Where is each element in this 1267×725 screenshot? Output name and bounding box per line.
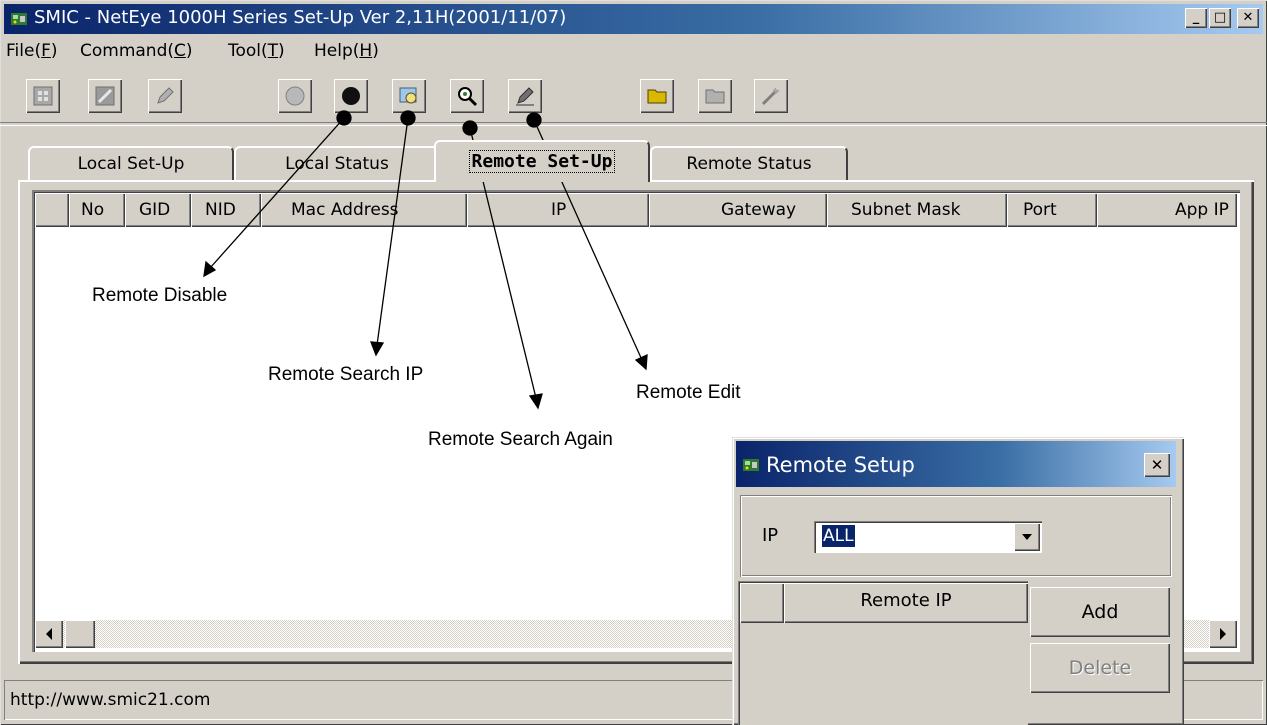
menu-help-text-end: ) bbox=[372, 41, 379, 61]
remote-ip-select-header[interactable] bbox=[740, 583, 784, 623]
column-header-gateway[interactable]: Gateway bbox=[649, 193, 827, 227]
column-header-app-ip[interactable]: App IP bbox=[1097, 193, 1237, 227]
remote-edit-icon bbox=[516, 87, 534, 106]
menu-tool[interactable]: Tool(T) bbox=[228, 41, 285, 61]
annotation-remote-disable: Remote Disable bbox=[92, 285, 228, 306]
remote-ip-column-header[interactable]: Remote IP bbox=[784, 583, 1028, 623]
maximize-button[interactable]: □ bbox=[1209, 8, 1231, 28]
remote-search-again-icon bbox=[458, 87, 478, 107]
menu-file-text-end: ) bbox=[50, 41, 58, 61]
local-pencil-button[interactable] bbox=[148, 79, 182, 113]
folder-button[interactable] bbox=[698, 79, 732, 113]
column-header-mac-address[interactable]: Mac Address bbox=[261, 193, 467, 227]
local-grid-icon bbox=[33, 86, 53, 106]
scroll-right-button[interactable] bbox=[1209, 620, 1237, 648]
menu-command-text: Command( bbox=[80, 41, 175, 61]
minimize-button[interactable]: _ bbox=[1185, 8, 1207, 28]
local-grid-button[interactable] bbox=[26, 79, 60, 113]
column-header-no[interactable]: No bbox=[69, 193, 125, 227]
close-button[interactable]: ✕ bbox=[1237, 8, 1259, 28]
chevron-down-icon bbox=[1022, 534, 1032, 540]
annotation-remote-search-ip: Remote Search IP bbox=[268, 364, 424, 385]
ip-combo-dropdown-button[interactable] bbox=[1014, 523, 1040, 551]
tab-remote-setup-label: Remote Set-Up bbox=[468, 150, 616, 173]
menu-help-accel: H bbox=[359, 41, 373, 61]
toolbar bbox=[0, 72, 1267, 126]
dialog-title-bar: Remote Setup ✕ bbox=[736, 441, 1176, 487]
wand-button[interactable] bbox=[754, 79, 788, 113]
scroll-left-button[interactable] bbox=[35, 620, 63, 648]
remote-disable-icon bbox=[342, 87, 360, 105]
tab-remote-status[interactable]: Remote Status bbox=[650, 146, 848, 180]
add-button[interactable]: Add bbox=[1030, 587, 1170, 637]
tab-local-setup[interactable]: Local Set-Up bbox=[28, 146, 234, 180]
dialog-app-icon bbox=[743, 459, 759, 471]
menu-command[interactable]: Command(C) bbox=[80, 41, 193, 61]
menu-file[interactable]: File(F) bbox=[6, 41, 58, 61]
remote-ip-list[interactable]: Remote IP bbox=[738, 581, 1028, 725]
remote-enable-icon bbox=[285, 86, 305, 106]
annotation-remote-search-again: Remote Search Again bbox=[428, 429, 613, 450]
remote-search-ip-icon bbox=[399, 87, 417, 104]
menu-file-accel: F bbox=[41, 41, 51, 61]
arrow-left-icon bbox=[46, 628, 52, 640]
column-header-gid[interactable]: GID bbox=[125, 193, 191, 227]
app-icon bbox=[11, 13, 27, 25]
local-pencil-icon bbox=[157, 87, 174, 104]
ip-group: IP ALL bbox=[740, 495, 1172, 577]
menu-help[interactable]: Help(H) bbox=[314, 41, 379, 61]
local-panel-button[interactable] bbox=[88, 79, 122, 113]
remote-enable-button[interactable] bbox=[278, 79, 312, 113]
folder-open-button[interactable] bbox=[640, 79, 674, 113]
wand-icon bbox=[761, 87, 780, 106]
menu-tool-text: Tool( bbox=[228, 41, 268, 61]
column-header-subnet-mask[interactable]: Subnet Mask bbox=[827, 193, 1007, 227]
menu-tool-accel: T bbox=[267, 41, 279, 61]
status-url: http://www.smic21.com bbox=[10, 690, 211, 710]
tab-remote-setup[interactable]: Remote Set-Up bbox=[434, 140, 650, 182]
ip-combo[interactable]: ALL bbox=[814, 521, 1042, 553]
folder-open-icon bbox=[647, 89, 667, 104]
menu-help-text: Help( bbox=[314, 41, 360, 61]
menu-command-text-end: ) bbox=[185, 41, 193, 61]
delete-button[interactable]: Delete bbox=[1030, 643, 1170, 693]
column-header-select[interactable] bbox=[35, 193, 69, 227]
window-title: SMIC - NetEye 1000H Series Set-Up Ver 2,… bbox=[34, 7, 567, 28]
local-panel-icon bbox=[95, 86, 115, 106]
remote-search-again-button[interactable] bbox=[450, 79, 484, 113]
remote-disable-button[interactable] bbox=[334, 79, 368, 113]
scroll-thumb[interactable] bbox=[65, 620, 95, 648]
dialog-title: Remote Setup bbox=[766, 453, 915, 477]
ip-label: IP bbox=[762, 525, 779, 546]
annotation-remote-edit: Remote Edit bbox=[636, 382, 741, 403]
menu-file-text: File( bbox=[6, 41, 42, 61]
title-bar: SMIC - NetEye 1000H Series Set-Up Ver 2,… bbox=[4, 4, 1263, 34]
remote-setup-dialog: Remote Setup ✕ IP ALL Remote IP Add Dele… bbox=[732, 437, 1184, 725]
arrow-right-icon bbox=[1220, 628, 1226, 640]
column-header-port[interactable]: Port bbox=[1007, 193, 1097, 227]
folder-icon bbox=[705, 89, 725, 104]
menu-tool-text-end: ) bbox=[278, 41, 285, 61]
dialog-close-button[interactable]: ✕ bbox=[1144, 453, 1170, 477]
ip-combo-value: ALL bbox=[822, 525, 855, 547]
remote-edit-button[interactable] bbox=[508, 79, 542, 113]
remote-search-ip-button[interactable] bbox=[392, 79, 426, 113]
menu-command-accel: C bbox=[174, 41, 186, 61]
toolbar-separator bbox=[0, 122, 1267, 126]
column-header-ip[interactable]: IP bbox=[467, 193, 649, 227]
tab-local-status[interactable]: Local Status bbox=[234, 146, 440, 180]
column-header-nid[interactable]: NID bbox=[191, 193, 261, 227]
